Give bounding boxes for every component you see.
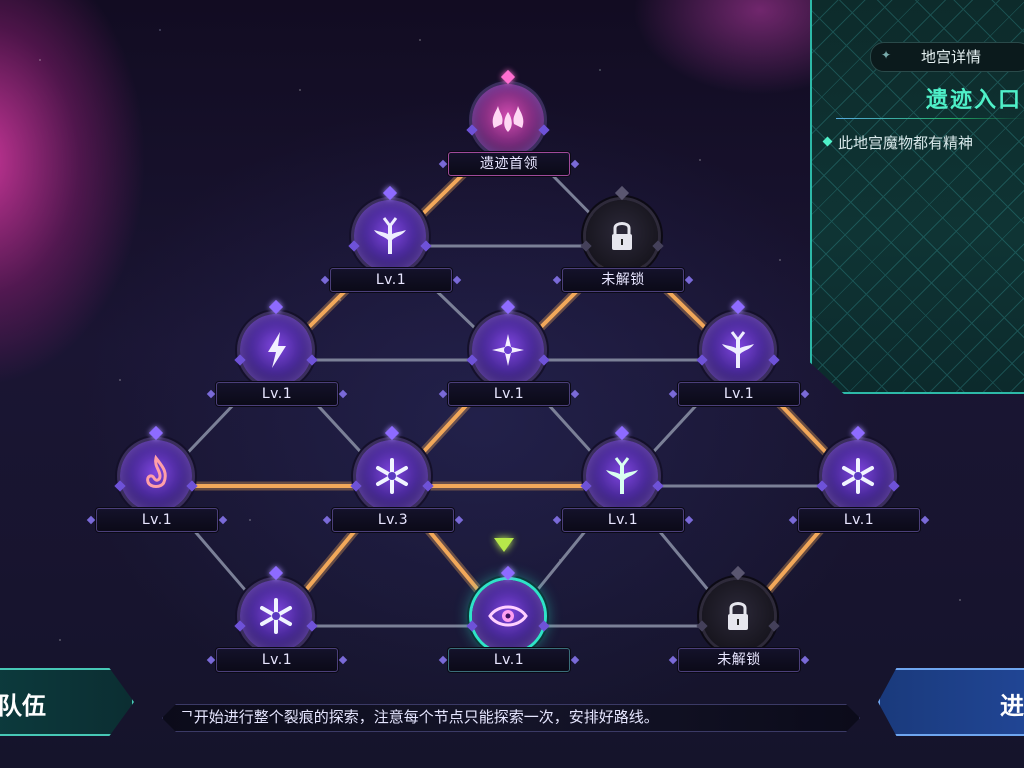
node-tree[interactable]: Lv.1	[328, 185, 452, 316]
node-swirl[interactable]: Lv.1	[446, 299, 570, 430]
dungeon-map: 遗迹首领 Lv.1 未解锁 Lv.1 Lv.1 Lv.1 Lv.1 Lv.3 L…	[0, 0, 1024, 768]
node-current-eye[interactable]: Lv.1	[446, 565, 570, 696]
node-gem	[614, 425, 630, 441]
node-tree[interactable]: Lv.1	[560, 425, 684, 556]
node-gem	[850, 425, 866, 441]
flame-rune-icon	[146, 454, 167, 488]
node-label: Lv.1	[216, 382, 338, 406]
dungeon-detail-tab[interactable]: ✦ 地宫详情	[870, 42, 1024, 72]
snowflake-icon	[842, 458, 874, 494]
node-label: 未解锁	[678, 648, 800, 672]
node-label: Lv.3	[332, 508, 454, 532]
snowflake-icon	[376, 458, 408, 494]
node-label: 遗迹首领	[448, 152, 570, 176]
tree-icon	[606, 457, 638, 494]
hint-text: ᄀ开始进行整个裂痕的探索，注意每个节点只能探索一次，安排好路线。	[180, 708, 659, 726]
node-locked[interactable]: 未解锁	[676, 565, 800, 696]
tree-icon	[722, 331, 754, 368]
node-gem	[268, 299, 284, 315]
node-lightning[interactable]: Lv.1	[214, 299, 338, 430]
node-label: Lv.1	[562, 508, 684, 532]
node-label: Lv.1	[798, 508, 920, 532]
node-flame-rune[interactable]: Lv.1	[94, 425, 218, 556]
lock-icon	[728, 602, 748, 630]
node-gem	[500, 299, 516, 315]
node-gem	[148, 425, 164, 441]
node-tree[interactable]: Lv.1	[676, 299, 800, 430]
node-snowflake[interactable]: Lv.1	[796, 425, 920, 556]
lock-icon	[612, 222, 632, 250]
panel-tab-label: 地宫详情	[920, 48, 981, 66]
node-boss[interactable]: 遗迹首领	[446, 69, 570, 200]
swirl-star-icon	[492, 334, 524, 366]
panel-description-text: 此地宫魔物都有精神	[838, 134, 974, 152]
panel-description: 此地宫魔物都有精神	[822, 132, 974, 153]
panel-divider	[836, 118, 1024, 119]
current-position-indicator	[494, 538, 514, 552]
panel-title: 遗迹入口	[926, 88, 1023, 113]
node-gem	[614, 185, 630, 201]
node-label: Lv.1	[216, 648, 338, 672]
node-label: 未解锁	[562, 268, 684, 292]
node-label: Lv.1	[448, 648, 570, 672]
node-snowflake[interactable]: Lv.1	[214, 565, 338, 696]
lightning-icon	[268, 332, 286, 368]
node-gem	[500, 69, 516, 85]
node-gem	[730, 299, 746, 315]
node-label: Lv.1	[448, 382, 570, 406]
eye-icon	[488, 605, 528, 627]
team-button-label: 队伍	[0, 692, 46, 720]
node-label: Lv.1	[678, 382, 800, 406]
node-snowflake[interactable]: Lv.3	[330, 425, 454, 556]
node-gem	[500, 565, 516, 581]
node-gem	[730, 565, 746, 581]
node-gem	[268, 565, 284, 581]
enter-button-label: 进	[1000, 692, 1024, 720]
node-gem	[384, 425, 400, 441]
node-label: Lv.1	[96, 508, 218, 532]
node-gem	[382, 185, 398, 201]
node-locked[interactable]: 未解锁	[560, 185, 684, 316]
flame-crown-icon	[492, 106, 524, 132]
node-label: Lv.1	[330, 268, 452, 292]
snowflake-icon	[260, 598, 292, 634]
tree-icon	[374, 217, 406, 254]
